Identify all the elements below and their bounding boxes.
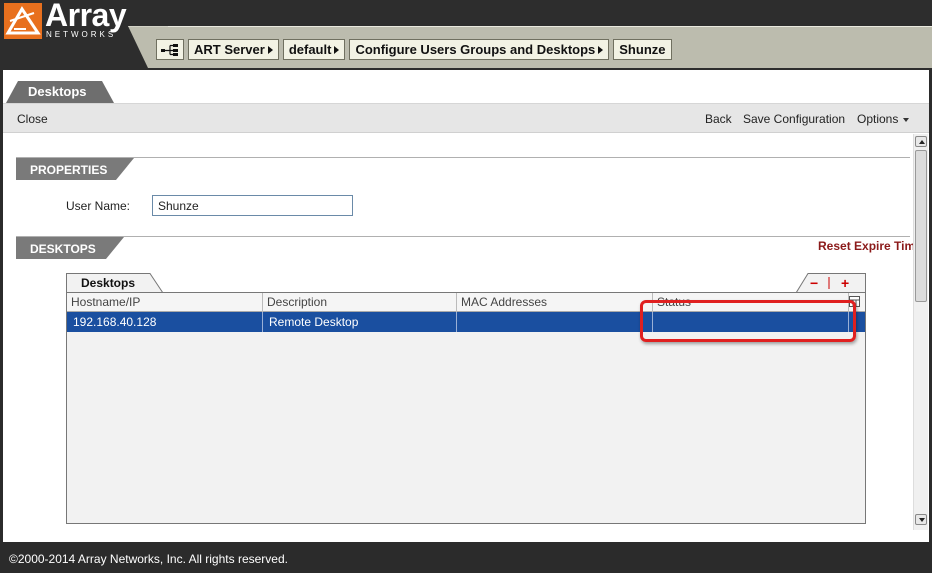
vertical-scrollbar[interactable] bbox=[913, 134, 928, 530]
main-panel: Desktops Close Back Save Configuration O… bbox=[3, 70, 929, 542]
close-button[interactable]: Close bbox=[17, 112, 48, 126]
footer: ©2000-2014 Array Networks, Inc. All righ… bbox=[0, 542, 932, 573]
section-divider bbox=[16, 157, 910, 158]
section-divider bbox=[16, 236, 910, 237]
arrow-right-icon bbox=[267, 45, 273, 54]
page-tab-desktops[interactable]: Desktops bbox=[28, 84, 87, 99]
back-button[interactable]: Back bbox=[705, 112, 732, 126]
array-logo-icon bbox=[4, 3, 42, 39]
toolbar: Close Back Save Configuration Options bbox=[3, 103, 929, 133]
breadcrumb-configure-users[interactable]: Configure Users Groups and Desktops bbox=[349, 39, 610, 60]
chevron-down-icon bbox=[903, 117, 910, 122]
breadcrumb-default[interactable]: default bbox=[282, 39, 346, 60]
scroll-up-button[interactable] bbox=[915, 136, 927, 147]
username-label: User Name: bbox=[66, 199, 131, 213]
arrow-right-icon bbox=[334, 45, 340, 54]
cell-mac bbox=[457, 312, 653, 332]
arrow-up-icon bbox=[919, 140, 925, 144]
cell-hostname: 192.168.40.128 bbox=[67, 312, 263, 332]
column-header-hostname[interactable]: Hostname/IP bbox=[67, 293, 263, 312]
scrollbar-thumb[interactable] bbox=[915, 150, 927, 302]
copyright-text: ©2000-2014 Array Networks, Inc. All righ… bbox=[9, 552, 288, 566]
options-menu-button[interactable]: Options bbox=[857, 112, 910, 126]
grid-tab-desktops[interactable]: Desktops bbox=[81, 276, 135, 290]
properties-section-header: PROPERTIES bbox=[16, 158, 134, 180]
reset-expire-time-link[interactable]: Reset Expire Tim bbox=[818, 239, 915, 253]
network-tree-icon bbox=[161, 43, 178, 56]
arrow-right-icon bbox=[598, 45, 604, 54]
cell-description: Remote Desktop bbox=[263, 312, 457, 332]
desktops-section-header: DESKTOPS bbox=[16, 237, 124, 259]
breadcrumb-shunze[interactable]: Shunze bbox=[613, 39, 672, 60]
logo-subtitle: NETWORKS bbox=[46, 30, 117, 39]
add-desktop-button[interactable]: + bbox=[841, 275, 849, 291]
app-header: Array NETWORKS ART Server default Config… bbox=[0, 0, 932, 70]
column-header-mac[interactable]: MAC Addresses bbox=[457, 293, 653, 312]
save-configuration-button[interactable]: Save Configuration bbox=[743, 112, 845, 126]
breadcrumb-home[interactable] bbox=[156, 39, 184, 60]
grid-actions-shape bbox=[796, 273, 866, 293]
breadcrumb-art-server[interactable]: ART Server bbox=[188, 39, 279, 60]
column-header-description[interactable]: Description bbox=[263, 293, 457, 312]
status-highlight-annotation bbox=[640, 300, 856, 342]
remove-desktop-button[interactable]: − bbox=[810, 275, 818, 291]
arrow-down-icon bbox=[919, 518, 925, 522]
breadcrumb: ART Server default Configure Users Group… bbox=[156, 39, 672, 60]
scroll-down-button[interactable] bbox=[915, 514, 927, 525]
logo-text: Array bbox=[45, 0, 127, 33]
username-field[interactable] bbox=[152, 195, 353, 216]
